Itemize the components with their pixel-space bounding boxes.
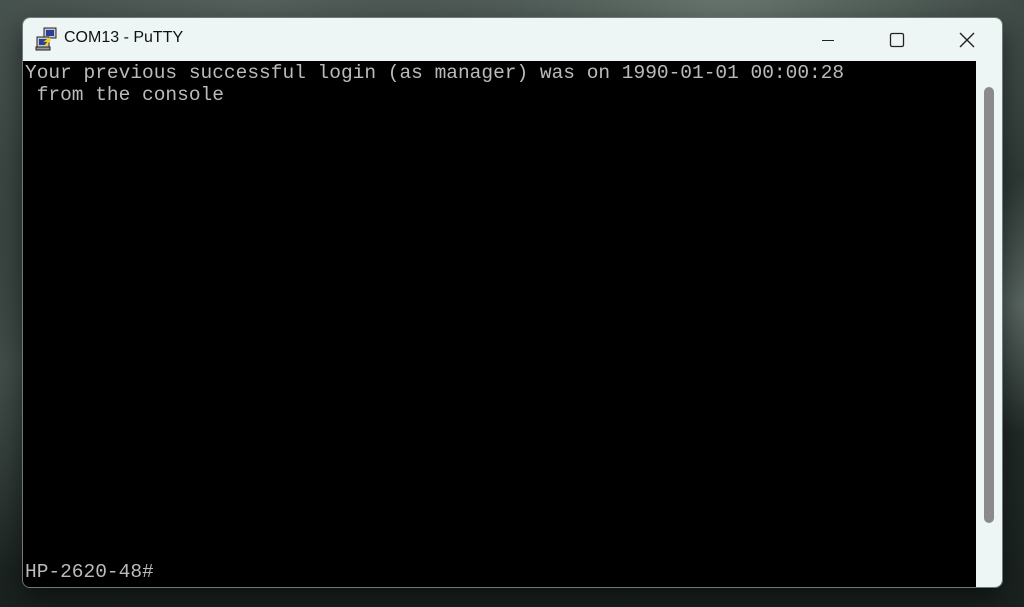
terminal-line: Your previous successful login (as manag…	[25, 62, 845, 84]
maximize-icon	[889, 32, 905, 47]
close-icon	[959, 32, 975, 47]
minimize-button[interactable]	[805, 18, 851, 61]
maximize-button[interactable]	[874, 18, 920, 61]
command-prompt[interactable]: HP-2620-48#	[25, 561, 154, 583]
terminal-line: from the console	[25, 84, 224, 106]
terminal-area[interactable]: Your previous successful login (as manag…	[23, 61, 976, 587]
scrollbar-thumb[interactable]	[984, 87, 994, 523]
putty-window: COM13 - PuTTY Your previous successful l…	[22, 17, 1003, 588]
minimize-icon	[822, 39, 834, 41]
close-button[interactable]	[944, 18, 990, 61]
putty-icon[interactable]	[35, 27, 59, 51]
vertical-scrollbar[interactable]	[976, 61, 1002, 587]
title-bar[interactable]: COM13 - PuTTY	[23, 18, 1002, 61]
window-title: COM13 - PuTTY	[64, 29, 184, 46]
